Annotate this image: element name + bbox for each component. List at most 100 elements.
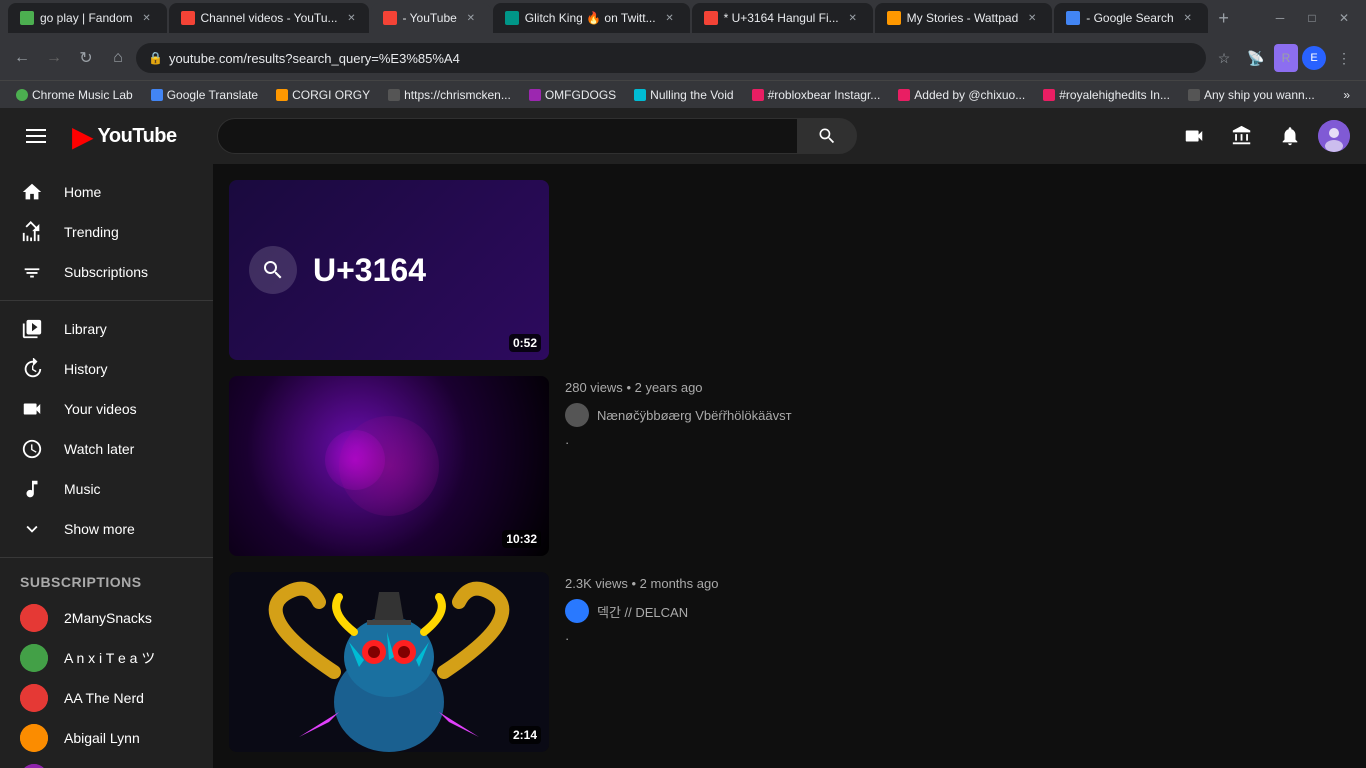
tab-1-close[interactable]: ✕ (139, 10, 155, 26)
user-avatar[interactable] (1318, 120, 1350, 152)
sidebar-item-music[interactable]: Music (8, 469, 205, 509)
sidebar-item-watch-later[interactable]: Watch later (8, 429, 205, 469)
thumbnail-3[interactable]: 2:14 (229, 572, 549, 752)
sidebar-item-history[interactable]: History (8, 349, 205, 389)
bookmark-corgi-orgy[interactable]: CORGI ORGY (268, 84, 378, 106)
tab-5[interactable]: * U+3164 Hangul Fi... ✕ (692, 3, 873, 33)
tab-bar: go play | Fandom ✕ Channel videos - YouT… (0, 0, 1366, 36)
library-icon (20, 317, 44, 341)
menu-button[interactable]: ⋮ (1330, 44, 1358, 72)
extensions-button[interactable]: R (1274, 44, 1298, 72)
subscription-avatar (20, 604, 48, 632)
tab-6[interactable]: My Stories - Wattpad ✕ (875, 3, 1053, 33)
tab-6-favicon (887, 11, 901, 25)
search-input[interactable] (217, 118, 797, 154)
subscription-item-aa-the-nerd[interactable]: AA The Nerd (8, 678, 205, 718)
subscriptions-icon (20, 260, 44, 284)
minimize-button[interactable]: ─ (1266, 4, 1294, 32)
subscription-label: 2ManySnacks (64, 610, 152, 626)
search-result-2: 10:32 280 views • 2 years ago Nænøčÿbbøæ… (229, 376, 1350, 556)
menu-icon[interactable] (16, 116, 56, 156)
tab-1[interactable]: go play | Fandom ✕ (8, 3, 167, 33)
tab-2-close[interactable]: ✕ (344, 10, 360, 26)
cast-button[interactable]: 📡 (1242, 44, 1270, 72)
separator-2: • (626, 380, 634, 395)
tab-5-close[interactable]: ✕ (845, 10, 861, 26)
channel-name-3[interactable]: 덱간 // DELCAN (597, 602, 688, 621)
thumbnail-2[interactable]: 10:32 (229, 376, 549, 556)
upload-button[interactable] (1174, 116, 1214, 156)
new-tab-button[interactable]: + (1210, 4, 1238, 32)
maximize-button[interactable]: □ (1298, 4, 1326, 32)
tab-4-close[interactable]: ✕ (662, 10, 678, 26)
reload-button[interactable]: ↻ (72, 44, 100, 72)
sidebar-item-label: Library (64, 321, 107, 337)
video-info-1 (565, 180, 1350, 360)
sidebar-item-show-more[interactable]: Show more (8, 509, 205, 549)
subscription-item-abigail-lynn[interactable]: Abigail Lynn (8, 718, 205, 758)
time-ago-2: 2 years ago (635, 380, 703, 395)
tab-2[interactable]: Channel videos - YouTu... ✕ (169, 3, 369, 33)
bookmark-robloxbear[interactable]: #robloxbear Instagr... (744, 84, 889, 106)
bookmarks-bar: Chrome Music Lab Google Translate CORGI … (0, 80, 1366, 108)
chevron-down-icon (20, 517, 44, 541)
bookmark-google-translate[interactable]: Google Translate (143, 84, 266, 106)
search-button[interactable] (797, 118, 857, 154)
tab-7[interactable]: - Google Search ✕ (1054, 3, 1207, 33)
video-desc-3: · (565, 631, 1350, 646)
bookmark-added-chixuo[interactable]: Added by @chixuo... (890, 84, 1033, 106)
bookmark-chrismcken[interactable]: https://chrismcken... (380, 84, 519, 106)
time-ago-3: 2 months ago (640, 576, 719, 591)
apps-button[interactable] (1222, 116, 1262, 156)
subscription-item-anxitea[interactable]: A n x i T e a ツ (8, 638, 205, 678)
back-button[interactable]: ← (8, 44, 36, 72)
profile-button[interactable]: E (1302, 46, 1326, 70)
bookmark-label: OMFGDOGS (545, 88, 616, 102)
address-bar[interactable]: 🔒 youtube.com/results?search_query=%E3%8… (136, 43, 1206, 73)
youtube-logo[interactable]: ▶ YouTube (72, 120, 177, 153)
bookmark-star[interactable]: ☆ (1210, 44, 1238, 72)
subscription-item-2manysnacks[interactable]: 2ManySnacks (8, 598, 205, 638)
thumbnail-title-text: U+3164 (313, 252, 426, 289)
tab-6-close[interactable]: ✕ (1024, 10, 1040, 26)
bookmark-chrome-music-lab[interactable]: Chrome Music Lab (8, 84, 141, 106)
bookmark-any-ship[interactable]: Any ship you wann... (1180, 84, 1323, 106)
subscription-avatar (20, 764, 48, 768)
sidebar-item-your-videos[interactable]: Your videos (8, 389, 205, 429)
thumbnail-1[interactable]: U+3164 0:52 (229, 180, 549, 360)
sidebar-item-library[interactable]: Library (8, 309, 205, 349)
bookmarks-more[interactable]: » (1335, 84, 1358, 106)
subscription-item-aimkid[interactable]: aimkid (8, 758, 205, 768)
notifications-button[interactable] (1270, 116, 1310, 156)
search-results: U+3164 0:52 10:32 (213, 164, 1366, 768)
forward-button[interactable]: → (40, 44, 68, 72)
your-videos-icon (20, 397, 44, 421)
tab-3[interactable]: - YouTube ✕ (371, 3, 491, 33)
tab-3-favicon (383, 11, 397, 25)
home-button[interactable]: ⌂ (104, 44, 132, 72)
sidebar-item-subscriptions[interactable]: Subscriptions (8, 252, 205, 292)
close-window-button[interactable]: ✕ (1330, 4, 1358, 32)
tab-4[interactable]: Glitch King 🔥 on Twitt... ✕ (493, 3, 690, 33)
address-text: youtube.com/results?search_query=%E3%85%… (169, 51, 460, 66)
bookmark-nulling-void[interactable]: Nulling the Void (626, 84, 741, 106)
bookmark-label: #royalehighedits In... (1059, 88, 1170, 102)
sidebar: Home Trending Subscriptions Li (0, 164, 213, 768)
youtube-header: ▶ YouTube (0, 108, 1366, 164)
tab-7-label: - Google Search (1086, 11, 1173, 25)
sidebar-item-trending[interactable]: Trending (8, 212, 205, 252)
bookmark-omfgdogs[interactable]: OMFGDOGS (521, 84, 624, 106)
bookmark-label: Added by @chixuo... (914, 88, 1025, 102)
tab-3-close[interactable]: ✕ (463, 10, 479, 26)
browser-controls: ← → ↻ ⌂ 🔒 youtube.com/results?search_que… (0, 36, 1366, 80)
channel-name-2[interactable]: Nænøčÿbbøærg Vbëŕřhölökäävsт (597, 408, 792, 423)
tab-7-close[interactable]: ✕ (1180, 10, 1196, 26)
sidebar-item-label: Watch later (64, 441, 134, 457)
history-icon (20, 357, 44, 381)
search-form (217, 118, 857, 154)
bookmark-label: #robloxbear Instagr... (768, 88, 881, 102)
bookmark-royalehigh[interactable]: #royalehighedits In... (1035, 84, 1178, 106)
watch-later-icon (20, 437, 44, 461)
channel-row-3: 덱간 // DELCAN (565, 599, 1350, 623)
sidebar-item-home[interactable]: Home (8, 172, 205, 212)
